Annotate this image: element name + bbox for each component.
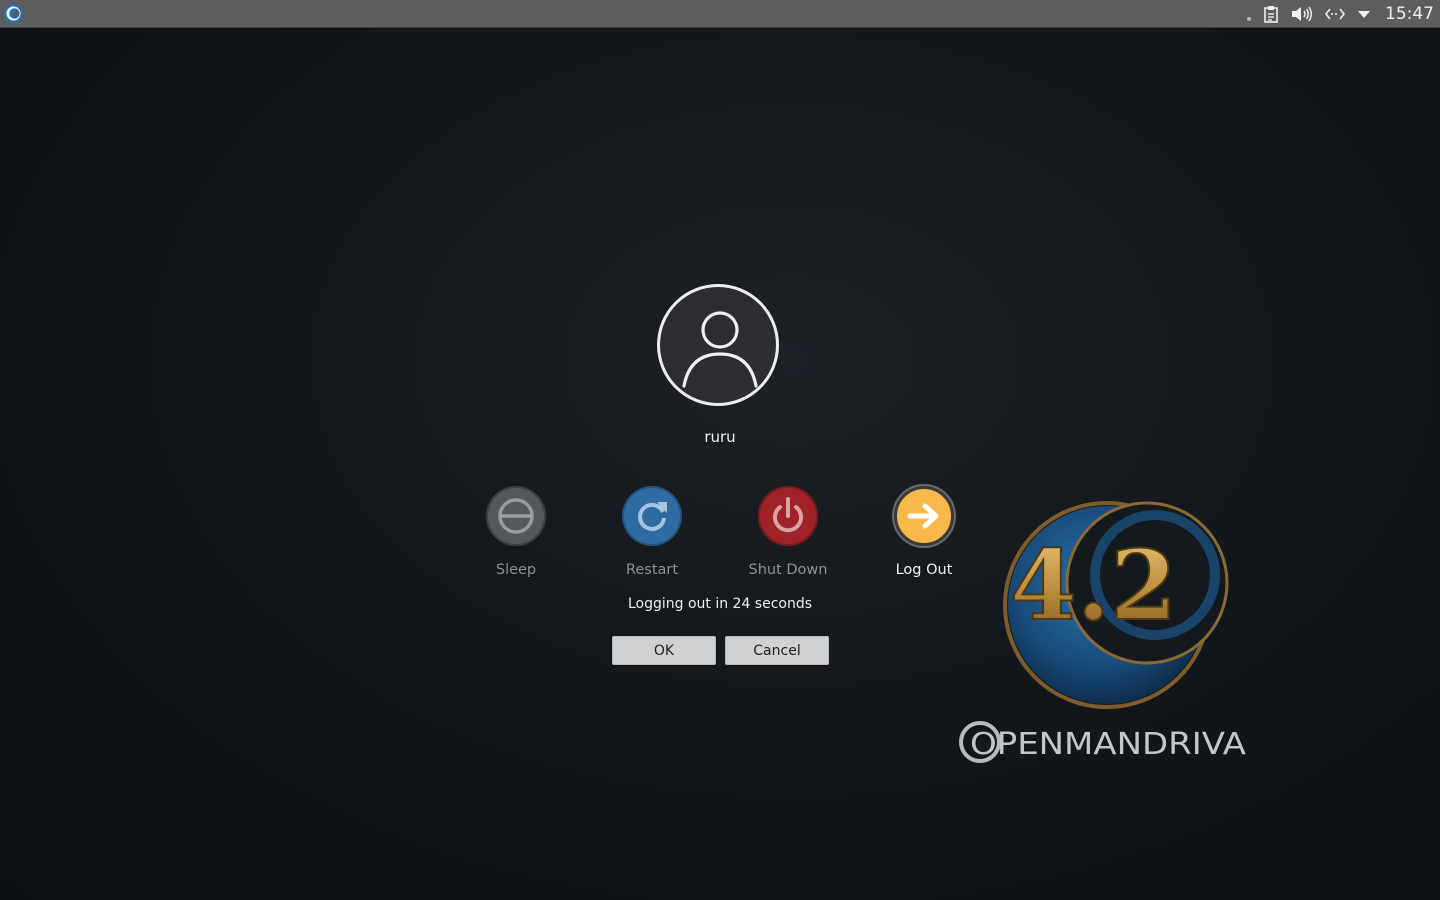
ok-button[interactable]: OK [612, 636, 716, 665]
network-icon[interactable] [1325, 0, 1345, 27]
openmandriva-launcher-icon[interactable] [3, 3, 24, 24]
logout-countdown-text: Logging out in 24 seconds [627, 596, 813, 612]
power-icon [758, 486, 818, 546]
restart-label: Restart [625, 562, 679, 578]
logout-arrow-icon [894, 486, 954, 546]
logo-wordmark-text: OPENMANDRIVA [970, 727, 1247, 762]
sleep-label: Sleep [495, 562, 537, 578]
shut-down-label: Shut Down [748, 562, 828, 578]
restart-icon [622, 486, 682, 546]
tray-expand-arrow-icon[interactable] [1357, 0, 1371, 27]
top-panel: 15:47 [0, 0, 1440, 28]
cancel-button[interactable]: Cancel [725, 636, 829, 665]
sleep-icon [486, 486, 546, 546]
system-tray: 15:47 [1235, 0, 1440, 27]
shut-down-button[interactable]: Shut Down [728, 486, 848, 578]
sleep-button[interactable]: Sleep [456, 486, 576, 578]
clipboard-icon[interactable] [1263, 0, 1279, 27]
user-avatar-icon [682, 311, 758, 388]
volume-icon[interactable] [1291, 0, 1313, 27]
user-avatar [657, 284, 779, 406]
notification-dot-icon[interactable] [1247, 0, 1251, 27]
restart-button[interactable]: Restart [592, 486, 712, 578]
openmandriva-logo: 4.2 OPENMANDRIVA [950, 495, 1260, 775]
logo-version-text: 4.2 [1010, 529, 1177, 642]
clock[interactable]: 15:47 [1385, 4, 1434, 24]
username: ruru [704, 428, 736, 446]
